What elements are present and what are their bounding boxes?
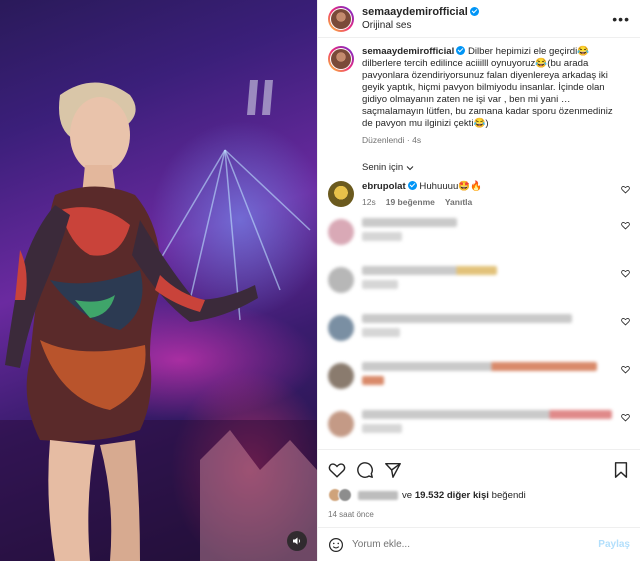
comment-blurred [328,313,630,343]
bookmark-icon[interactable] [612,461,630,479]
post-time[interactable]: 14 saat önce [328,510,630,519]
comment-icon[interactable] [356,461,374,479]
speaker-icon [293,537,301,545]
caption-time[interactable]: 4s [412,135,421,145]
verified-icon [469,7,479,16]
comment-blurred [328,265,630,295]
comment-likes[interactable]: 19 beğenme [386,197,435,207]
avatar[interactable] [328,181,354,207]
caption-text: Dilber hepimizi ele geçirdi😂dilberlere t… [362,46,613,129]
instagram-post: semaaydemirofficial Orijinal ses ••• sem… [0,0,640,561]
avatar [328,219,354,245]
share-icon[interactable] [384,461,402,479]
likes-summary[interactable]: ve 19.532 diğer kişi beğendi [328,488,630,502]
chevron-down-icon [406,165,414,170]
caption-username[interactable]: semaaydemirofficial [362,46,454,57]
comment-input[interactable] [352,539,599,550]
mute-button[interactable] [287,531,307,551]
post-video[interactable] [0,0,317,561]
avatar[interactable] [328,46,354,72]
post-comment-button[interactable]: Paylaş [598,539,630,550]
comment-text: Huhuuuu🤩🔥 [419,181,483,192]
audio-label[interactable]: Orijinal ses [362,19,479,32]
comment-filter[interactable]: Senin için [362,162,630,173]
heart-icon[interactable] [621,365,630,374]
more-horizontal-icon[interactable]: ••• [612,11,630,27]
likes-suffix: beğendi [491,489,526,501]
avatar[interactable] [328,5,354,32]
heart-icon[interactable] [621,221,630,230]
filter-label: Senin için [362,162,404,173]
heart-icon[interactable] [621,413,630,422]
comment-time[interactable]: 12s [362,197,376,207]
caption: semaaydemirofficial Dilber hepimizi ele … [328,46,630,146]
comment-blurred [328,361,630,391]
avatar [328,363,354,389]
comment-blurred [328,409,630,439]
add-comment-bar: Paylaş [318,527,640,561]
post-actions: ve 19.532 diğer kişi beğendi 14 saat önc… [318,449,640,519]
edited-label: Düzenlendi [362,135,405,145]
smiley-icon[interactable] [328,537,344,553]
heart-icon[interactable] [621,185,630,194]
avatar [328,411,354,437]
post-header: semaaydemirofficial Orijinal ses ••• [318,0,640,38]
heart-icon[interactable] [328,461,346,479]
reply-button[interactable]: Yanıtla [445,197,472,207]
avatar [328,315,354,341]
post-side-panel: semaaydemirofficial Orijinal ses ••• sem… [317,0,640,561]
comments-area[interactable]: semaaydemirofficial Dilber hepimizi ele … [318,38,640,449]
likes-connector: ve [402,489,413,501]
verified-icon [407,181,417,190]
likes-count[interactable]: 19.532 diğer kişi [415,490,489,501]
comment: ebrupolat Huhuuuu🤩🔥 12s 19 beğenme Yanıt… [328,181,630,207]
avatar [328,267,354,293]
header-username[interactable]: semaaydemirofficial [362,6,468,18]
comment-blurred [328,217,630,247]
video-frame [0,80,317,561]
heart-icon[interactable] [621,317,630,326]
liker-name-blurred [358,490,398,500]
heart-icon[interactable] [621,269,630,278]
comment-username[interactable]: ebrupolat [362,181,406,192]
verified-icon [456,46,466,55]
